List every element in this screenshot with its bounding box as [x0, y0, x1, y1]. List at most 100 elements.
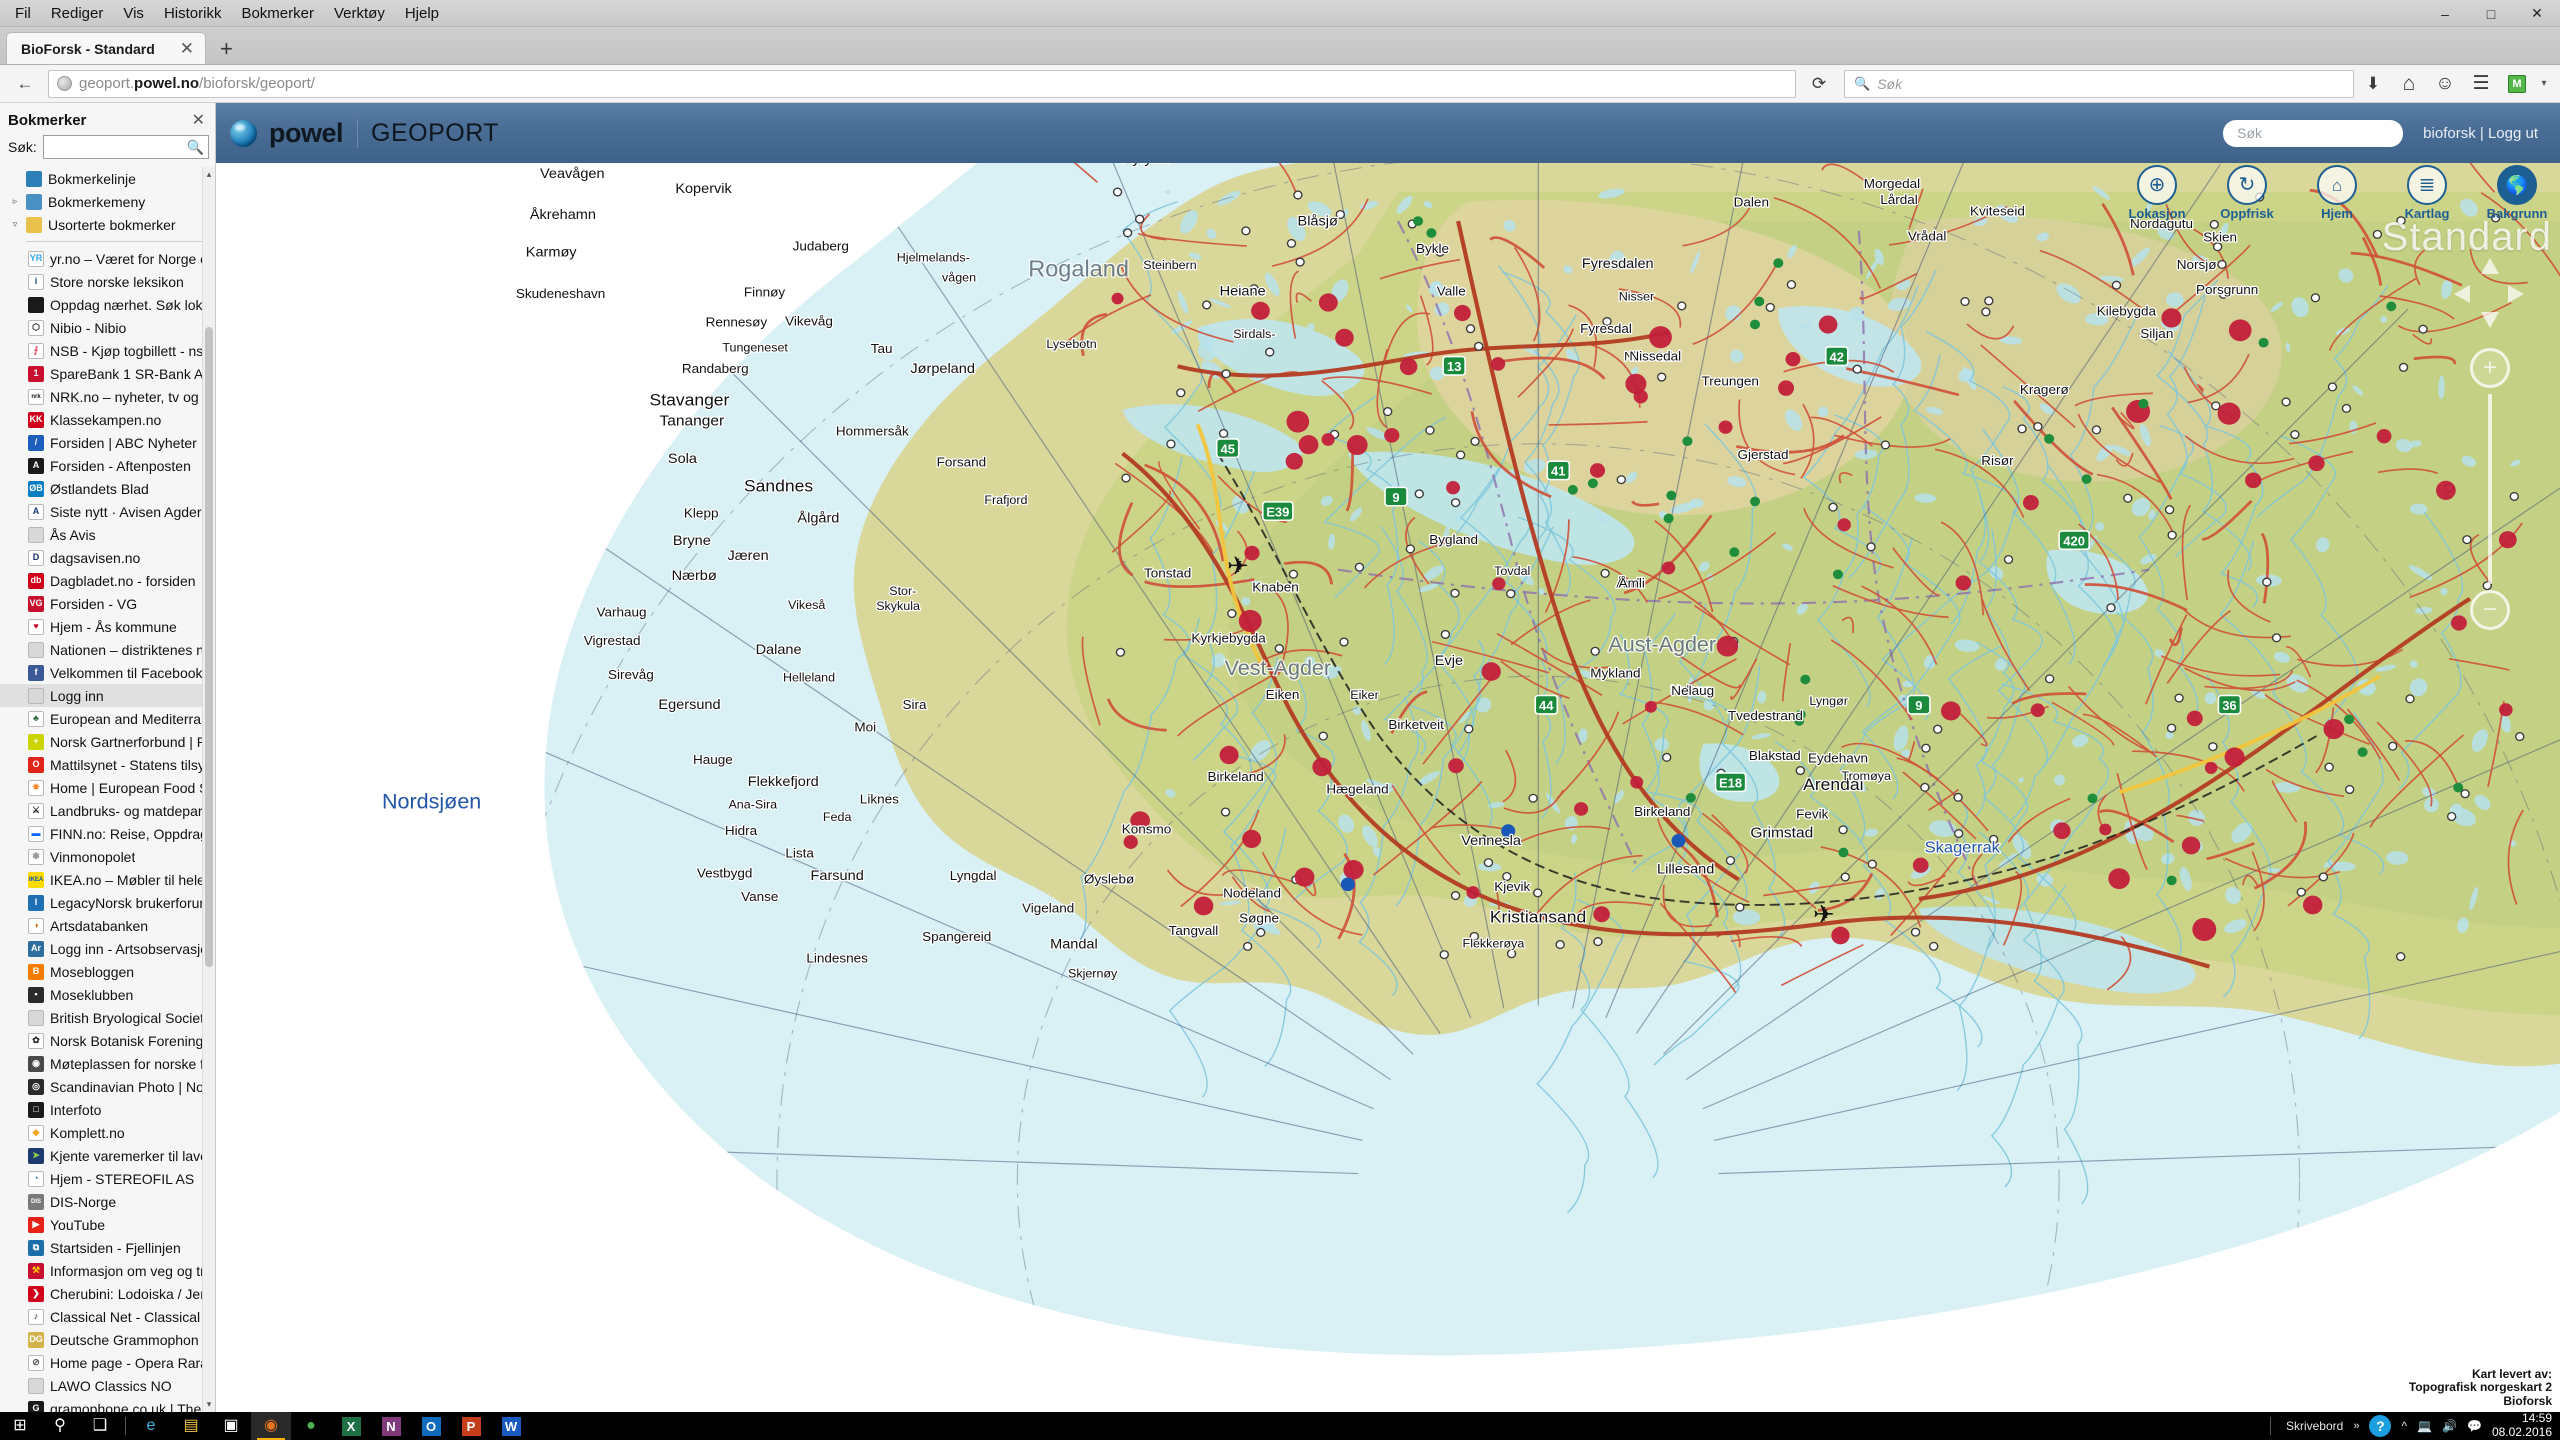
- sidebar-search-input[interactable]: 🔍: [42, 135, 209, 159]
- volume-icon[interactable]: 🔊: [2442, 1419, 2457, 1433]
- tool-oppfrisk[interactable]: ↻ Oppfrisk: [2214, 165, 2280, 221]
- map-canvas[interactable]: ✈ ✈ 13 9 41 42 420 E18 E39 45 44 9 36 Veavågen Kopervi…: [216, 163, 2560, 1412]
- scrollbar-thumb[interactable]: [205, 327, 213, 967]
- bookmark-item[interactable]: l LegacyNorsk brukerforum ...: [0, 891, 215, 914]
- desktop-button[interactable]: Skrivebord: [2286, 1419, 2343, 1433]
- bookmark-item[interactable]: ♪ Classical Net - Classical M...: [0, 1305, 215, 1328]
- menu-hjelp[interactable]: Hjelp: [396, 3, 448, 24]
- bookmark-item[interactable]: Ddagsavisen.no: [0, 546, 215, 569]
- logout-link[interactable]: Logg ut: [2488, 125, 2538, 142]
- bookmark-item[interactable]: DIS DIS-Norge: [0, 1190, 215, 1213]
- tray-chevron-icon[interactable]: ^: [2401, 1419, 2407, 1433]
- pan-control[interactable]: [2454, 258, 2524, 328]
- bookmark-item[interactable]: ▬ FINN.no: Reise, Oppdrag, ...: [0, 822, 215, 845]
- bookmark-item[interactable]: ⨍ NSB - Kjøp togbillett - nsb....: [0, 339, 215, 362]
- menu-bokmerker[interactable]: Bokmerker: [232, 3, 323, 24]
- bookmark-item[interactable]: LAWO Classics NO: [0, 1374, 215, 1397]
- new-tab-button[interactable]: +: [206, 38, 247, 64]
- bookmark-item[interactable]: + Norsk Gartnerforbund | Re...: [0, 730, 215, 753]
- taskbar-search-icon[interactable]: ⚲: [40, 1412, 80, 1440]
- smiley-icon[interactable]: ☺: [2428, 69, 2462, 99]
- bookmark-item[interactable]: YR yr.no – Været for Norge og...: [0, 247, 215, 270]
- bookmark-folder[interactable]: ▹ Bokmerkemeny: [0, 190, 215, 213]
- brand[interactable]: powel GEOPORT: [230, 118, 499, 149]
- help-icon[interactable]: ?: [2369, 1415, 2392, 1437]
- hamburger-menu-icon[interactable]: ☰: [2464, 69, 2498, 99]
- action-center-icon[interactable]: 💬: [2467, 1419, 2482, 1433]
- bookmark-item[interactable]: f Velkommen til Facebook -...: [0, 661, 215, 684]
- bookmark-item[interactable]: ➤ Kjente varemerker til lave ...: [0, 1144, 215, 1167]
- bookmark-item[interactable]: British Bryological Society ...: [0, 1006, 215, 1029]
- network-icon[interactable]: 💻: [2417, 1419, 2432, 1433]
- bookmark-item[interactable]: Nationen – distriktenes næ...: [0, 638, 215, 661]
- bookmark-item[interactable]: Oppdag nærhet. Søk lokalt...: [0, 293, 215, 316]
- download-icon[interactable]: ⬇: [2356, 69, 2390, 99]
- twisty-icon[interactable]: ▹: [10, 196, 20, 207]
- taskbar-chrome-icon[interactable]: ●: [291, 1412, 331, 1440]
- back-icon[interactable]: ←: [8, 69, 42, 99]
- taskbar-file-explorer-icon[interactable]: ▤: [171, 1412, 211, 1440]
- bookmark-item[interactable]: ▶ YouTube: [0, 1213, 215, 1236]
- twisty-icon[interactable]: ▿: [10, 219, 20, 230]
- address-bar[interactable]: geoport.powel.no/bioforsk/geoport/: [48, 69, 1796, 98]
- bookmark-item[interactable]: VG Forsiden - VG: [0, 592, 215, 615]
- taskbar-outlook-icon[interactable]: O: [411, 1412, 451, 1440]
- bookmark-item[interactable]: / Forsiden | ABC Nyheter: [0, 431, 215, 454]
- bookmark-item[interactable]: B Mosebloggen: [0, 960, 215, 983]
- zoom-in-button[interactable]: +: [2470, 348, 2510, 388]
- bookmark-item[interactable]: ♣ European and Mediterrane...: [0, 707, 215, 730]
- taskbar-start-icon[interactable]: ⊞: [0, 1412, 40, 1440]
- taskbar-internet-explorer-icon[interactable]: e: [131, 1412, 171, 1440]
- close-icon[interactable]: ✕: [188, 110, 209, 130]
- scroll-up-icon[interactable]: ▴: [203, 169, 215, 180]
- bookmark-item[interactable]: DG Deutsche Grammophon - ...: [0, 1328, 215, 1351]
- bookmark-item[interactable]: Logg inn: [0, 684, 215, 707]
- pan-right-icon[interactable]: [2508, 285, 2524, 303]
- close-button[interactable]: ✕: [2514, 0, 2560, 27]
- tool-bakgrunn[interactable]: 🌎 Bakgrunn: [2484, 165, 2550, 221]
- chevron-down-icon[interactable]: ▾: [2536, 69, 2552, 99]
- bookmark-item[interactable]: A Forsiden - Aftenposten: [0, 454, 215, 477]
- bookmark-item[interactable]: ✿ Norsk Botanisk Forening - ...: [0, 1029, 215, 1052]
- bookmark-item[interactable]: □ Interfoto: [0, 1098, 215, 1121]
- bookmark-item[interactable]: ⚒ Informasjon om veg og tra...: [0, 1259, 215, 1282]
- bookmark-item[interactable]: A Siste nytt · Avisen Agder - l...: [0, 500, 215, 523]
- bookmark-item[interactable]: ⊘ Home page - Opera Rara: [0, 1351, 215, 1374]
- bookmark-item[interactable]: ◑ Artsdatabanken: [0, 914, 215, 937]
- bookmark-item[interactable]: ♥ Hjem - Ås kommune: [0, 615, 215, 638]
- taskbar-excel-icon[interactable]: X: [331, 1412, 371, 1440]
- bookmark-item[interactable]: ⚔ Landbruks- og matdeparte...: [0, 799, 215, 822]
- bookmark-item[interactable]: O Mattilsynet - Statens tilsyn...: [0, 753, 215, 776]
- menu-vis[interactable]: Vis: [114, 3, 153, 24]
- bookmark-item[interactable]: ⬡ Nibio - Nibio: [0, 316, 215, 339]
- taskbar-word-icon[interactable]: W: [491, 1412, 531, 1440]
- bookmark-item[interactable]: Ggramophone.co.uk | The ...: [0, 1397, 215, 1412]
- tool-lokasjon[interactable]: ⊕ Lokasjon: [2124, 165, 2190, 221]
- overflow-icon[interactable]: »: [2353, 1420, 2359, 1432]
- menu-fil[interactable]: Fil: [6, 3, 40, 24]
- pan-left-icon[interactable]: [2454, 285, 2470, 303]
- search-bar[interactable]: 🔍 Søk: [1844, 69, 2354, 98]
- reload-icon[interactable]: ⟳: [1802, 69, 1836, 99]
- tool-hjem[interactable]: ⌂ Hjem: [2304, 165, 2370, 221]
- bookmark-item[interactable]: nrk NRK.no – nyheter, tv og ra...: [0, 385, 215, 408]
- pan-up-icon[interactable]: [2481, 258, 2499, 274]
- bookmark-item[interactable]: ▪ Moseklubben: [0, 983, 215, 1006]
- minimize-button[interactable]: –: [2422, 0, 2468, 27]
- bookmark-item[interactable]: ◎ Scandinavian Photo | Norg...: [0, 1075, 215, 1098]
- bookmark-item[interactable]: 1 SpareBank 1 SR-Bank ASA: [0, 362, 215, 385]
- bookmark-item[interactable]: ◉ Møteplassen for norske fot...: [0, 1052, 215, 1075]
- bookmark-item[interactable]: ◔ Hjem - STEREOFIL AS: [0, 1167, 215, 1190]
- bookmark-item[interactable]: Ar Logg inn - Artsobservasjo...: [0, 937, 215, 960]
- tab-bioforsk[interactable]: BioForsk - Standard ✕: [6, 32, 206, 64]
- bookmark-item[interactable]: ◆ Komplett.no: [0, 1121, 215, 1144]
- home-icon[interactable]: ⌂: [2392, 69, 2426, 99]
- bookmark-item[interactable]: IKEA IKEA.no – Møbler til hele h...: [0, 868, 215, 891]
- bookmark-item[interactable]: KK Klassekampen.no: [0, 408, 215, 431]
- zoom-control[interactable]: + −: [2470, 348, 2510, 630]
- menu-historikk[interactable]: Historikk: [155, 3, 231, 24]
- bookmarks-tree[interactable]: Bokmerkelinje ▹ Bokmerkemeny ▿ Usorterte bok…: [0, 165, 215, 1412]
- sidebar-scrollbar[interactable]: ▴ ▾: [202, 167, 215, 1412]
- taskbar-onenote-icon[interactable]: N: [371, 1412, 411, 1440]
- bookmark-folder[interactable]: Bokmerkelinje: [0, 167, 215, 190]
